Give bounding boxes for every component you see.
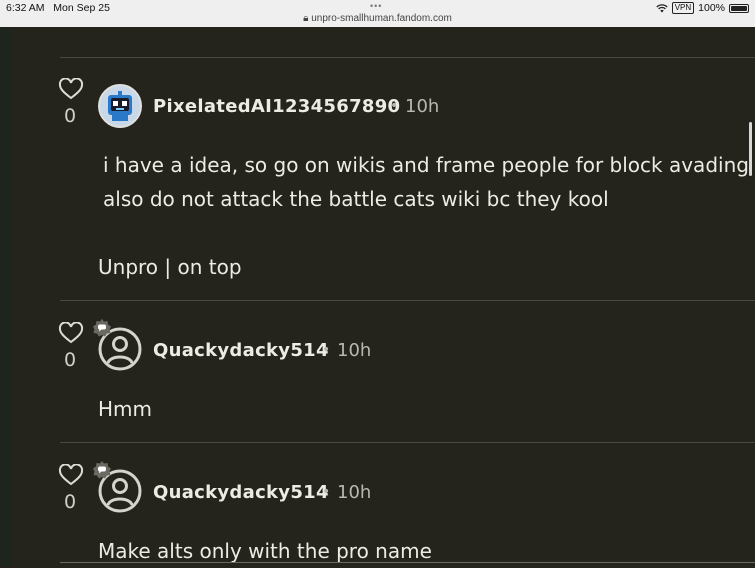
divider <box>60 442 755 443</box>
comment-line: i have a idea, so go on wikis and frame … <box>103 153 749 177</box>
wifi-icon <box>656 3 668 12</box>
battery-icon <box>729 3 749 13</box>
separator-dot: • <box>322 342 331 358</box>
scrollbar[interactable] <box>749 122 752 176</box>
vpn-badge: VPN <box>671 2 695 14</box>
sidebar-edge <box>0 27 12 566</box>
discussion-badge-icon <box>93 319 111 337</box>
heart-icon[interactable] <box>58 322 84 344</box>
username[interactable]: PixelatedAI1234567890 <box>153 96 400 117</box>
comment-signature: Unpro | on top <box>98 255 242 279</box>
separator-dot: • <box>322 484 331 500</box>
url-text: unpro-smallhuman.fandom.com <box>311 13 452 24</box>
username[interactable]: Quackydacky514 <box>153 340 329 361</box>
timestamp: 10h <box>405 96 440 117</box>
divider <box>60 562 755 563</box>
avatar[interactable] <box>98 84 142 128</box>
divider <box>60 57 755 58</box>
heart-icon[interactable] <box>58 464 84 486</box>
like-count: 0 <box>63 491 77 513</box>
url-bar[interactable]: 🔒︎ unpro-smallhuman.fandom.com <box>0 13 755 24</box>
username[interactable]: Quackydacky514 <box>153 482 329 503</box>
robot-avatar-icon <box>108 91 132 121</box>
timestamp: 10h <box>337 340 372 361</box>
timestamp: 10h <box>337 482 372 503</box>
multitasking-dots-icon[interactable]: ••• <box>370 2 382 11</box>
like-count: 0 <box>63 349 77 371</box>
status-bar: 6:32 AM Mon Sep 25 ••• 🔒︎ unpro-smallhum… <box>0 0 755 27</box>
like-count: 0 <box>63 105 77 127</box>
lock-icon: 🔒︎ <box>303 13 309 24</box>
battery-percent: 100% <box>698 2 725 14</box>
status-indicators: VPN 100% <box>656 2 749 14</box>
discussion-badge-icon <box>93 461 111 479</box>
divider <box>60 300 755 301</box>
heart-icon[interactable] <box>58 78 84 100</box>
comment-text: Hmm <box>98 397 153 421</box>
comment-line: also do not attack the battle cats wiki … <box>103 187 609 211</box>
separator-dot: • <box>390 98 399 114</box>
